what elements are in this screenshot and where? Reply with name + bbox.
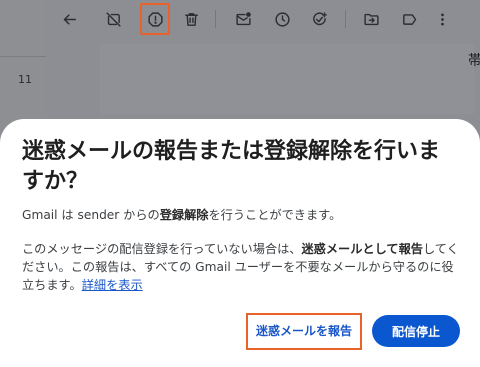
- message-content-area: [100, 44, 474, 114]
- report-spam-highlight: [140, 3, 170, 35]
- dialog-title: 迷惑メールの報告または登録解除を行いますか？: [22, 139, 441, 194]
- snooze-button[interactable]: [269, 6, 295, 32]
- move-to-button[interactable]: [358, 6, 384, 32]
- label-icon: [402, 13, 416, 25]
- toolbar-separator: [215, 10, 216, 28]
- dialog-body-report: このメッセージの配信登録を行っていない場合は、迷惑メールとして報告してください。…: [22, 240, 462, 294]
- delete-button[interactable]: [178, 6, 204, 32]
- message-fragment: 帯: [468, 53, 480, 69]
- more-options-button[interactable]: [429, 6, 455, 32]
- body1-suffix: を行うことができます。: [208, 208, 342, 222]
- body1-strong: 登録解除: [159, 208, 209, 222]
- gmail-app: 11 帯 迷惑メールの報告または登録解除を行いますか？ Gmail は send…: [0, 0, 480, 367]
- body2-prefix: このメッセージの配信登録を行っていない場合は、: [22, 242, 302, 256]
- left-number: 11: [18, 73, 32, 86]
- more-icon: [440, 13, 444, 25]
- unsubscribe-button[interactable]: 配信停止: [372, 315, 460, 347]
- hide-icon: [105, 11, 121, 27]
- back-button[interactable]: [56, 6, 82, 32]
- add-task-icon: [312, 11, 327, 25]
- mark-unread-button[interactable]: [230, 6, 256, 32]
- back-arrow-icon: [63, 13, 76, 25]
- report-spam-dialog-button[interactable]: 迷惑メールを報告: [250, 315, 358, 346]
- report-spam-dialog: 迷惑メールの報告または登録解除を行いますか？ Gmail は sender から…: [0, 119, 480, 367]
- left-divider: [0, 56, 46, 57]
- label-button[interactable]: [396, 6, 422, 32]
- mark-unread-icon: [235, 11, 251, 25]
- learn-more-link[interactable]: 詳細を表示: [82, 278, 143, 292]
- dialog-body-unsubscribe: Gmail は sender からの登録解除を行うことができます。: [22, 206, 462, 224]
- add-task-button[interactable]: [306, 6, 332, 32]
- move-to-icon: [363, 13, 379, 25]
- snooze-icon: [274, 11, 290, 27]
- hide-button[interactable]: [100, 6, 126, 32]
- delete-icon: [184, 12, 198, 26]
- toolbar-separator-2: [345, 10, 346, 28]
- body1-prefix: Gmail は sender からの: [22, 208, 160, 222]
- body2-strong: 迷惑メールとして報告: [301, 242, 423, 256]
